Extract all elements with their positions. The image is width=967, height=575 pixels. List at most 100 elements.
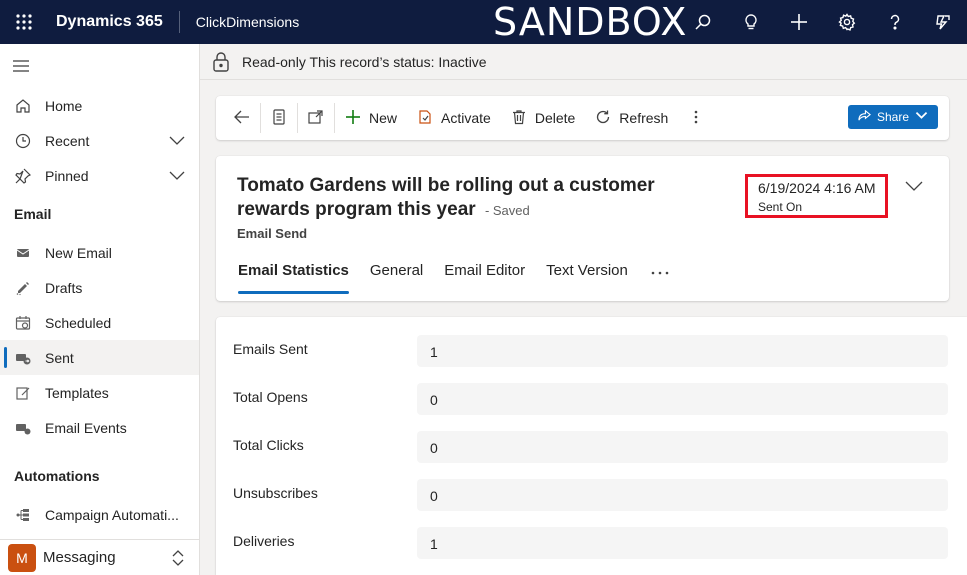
area-badge: M <box>8 543 36 572</box>
pop-out-icon <box>308 109 324 128</box>
stat-value-field[interactable]: 1 <box>417 335 948 367</box>
more-tabs-button[interactable] <box>649 256 669 294</box>
plus-icon <box>345 109 361 128</box>
sidebar-item-label: Sent <box>45 349 74 366</box>
email-events-icon <box>14 419 32 437</box>
copilot-icon[interactable] <box>919 0 967 44</box>
stat-row-emails-sent: Emails Sent 1 <box>216 333 967 367</box>
brand-title[interactable]: Dynamics 365 <box>48 11 180 33</box>
sidebar-item-label: Pinned <box>45 167 89 184</box>
sidebar-item-label: Templates <box>45 384 109 401</box>
open-in-new-window-button[interactable] <box>298 101 334 135</box>
delete-button[interactable]: Delete <box>501 101 585 135</box>
expand-header-button[interactable] <box>905 178 923 194</box>
stat-value-field[interactable]: 1 <box>417 527 948 559</box>
area-switcher[interactable]: M Messaging <box>0 539 199 575</box>
chevron-down-icon[interactable] <box>169 168 185 184</box>
more-commands-button[interactable] <box>678 101 714 135</box>
sidebar-item-recent[interactable]: Recent <box>0 123 199 158</box>
hamburger-menu-icon[interactable] <box>0 44 199 88</box>
tab-text-version[interactable]: Text Version <box>546 256 628 294</box>
plus-icon[interactable] <box>775 0 823 44</box>
sidebar-item-label: Drafts <box>45 279 83 296</box>
sent-mail-icon <box>14 349 32 367</box>
environment-label: SANDBOX <box>493 0 688 44</box>
chevron-up-down-icon[interactable] <box>171 550 185 569</box>
pencil-icon <box>14 279 32 297</box>
refresh-button[interactable]: Refresh <box>585 101 678 135</box>
stat-row-total-clicks: Total Clicks 0 <box>216 429 967 463</box>
more-vertical-icon <box>688 109 704 128</box>
sidebar-item-templates[interactable]: Templates <box>0 375 199 410</box>
stat-row-unsubscribes: Unsubscribes 0 <box>216 477 967 511</box>
chevron-down-icon <box>915 109 928 125</box>
refresh-icon <box>595 109 611 128</box>
gear-icon[interactable] <box>823 0 871 44</box>
app-launcher-icon[interactable] <box>0 0 48 44</box>
sidebar-item-drafts[interactable]: Drafts <box>0 270 199 305</box>
sent-on-label: Sent On <box>758 200 803 214</box>
sidebar-item-label: Home <box>45 97 83 114</box>
record-entity-name: Email Send <box>237 226 308 241</box>
stat-value-field[interactable]: 0 <box>417 479 948 511</box>
new-button[interactable]: New <box>335 101 407 135</box>
sidebar-group-email: Email <box>14 206 52 222</box>
stat-label: Total Clicks <box>233 437 304 453</box>
banner-text: Read-only This record’s status: Inactive <box>242 53 487 70</box>
calendar-icon <box>14 314 32 332</box>
stat-value-field[interactable]: 0 <box>417 383 948 415</box>
share-button[interactable]: Share <box>847 105 938 129</box>
home-icon <box>14 97 32 115</box>
envelope-icon <box>14 244 32 262</box>
tab-general[interactable]: General <box>370 256 423 294</box>
activate-icon <box>417 109 433 128</box>
record-title: Tomato Gardens will be rolling out a cus… <box>237 174 717 223</box>
record-header: Tomato Gardens will be rolling out a cus… <box>216 156 949 301</box>
top-bar: Dynamics 365 ClickDimensions SANDBOX <box>0 0 967 44</box>
stat-label: Emails Sent <box>233 341 308 357</box>
tab-email-statistics[interactable]: Email Statistics <box>238 256 349 294</box>
help-icon[interactable] <box>871 0 919 44</box>
sidebar-item-campaign-automation[interactable]: Campaign Automati... <box>0 497 199 532</box>
sidebar-item-sent[interactable]: Sent <box>0 340 199 375</box>
tab-email-editor[interactable]: Email Editor <box>444 256 525 294</box>
share-icon <box>858 109 871 125</box>
sidebar-item-home[interactable]: Home <box>0 88 199 123</box>
form-tabs: Email Statistics General Email Editor Te… <box>238 256 669 296</box>
sidebar-item-label: New Email <box>45 244 112 261</box>
share-button-label: Share <box>876 110 909 124</box>
form-selector-button[interactable] <box>261 101 297 135</box>
sitemap-sidebar: Home Recent Pinned Email New Email Draft… <box>0 44 200 575</box>
new-button-label: New <box>369 110 398 126</box>
pin-icon <box>14 167 32 185</box>
activate-button-label: Activate <box>441 110 491 126</box>
email-statistics-section: Emails Sent 1 Total Opens 0 Total Clicks… <box>216 317 967 575</box>
stat-label: Unsubscribes <box>233 485 318 501</box>
sidebar-item-label: Campaign Automati... <box>45 506 179 523</box>
read-only-banner: Read-only This record’s status: Inactive <box>200 44 967 80</box>
lock-icon <box>212 51 230 72</box>
sidebar-item-new-email[interactable]: New Email <box>0 235 199 270</box>
search-icon[interactable] <box>679 0 727 44</box>
chevron-down-icon[interactable] <box>169 133 185 149</box>
record-title-text: Tomato Gardens will be rolling out a cus… <box>237 175 655 220</box>
sidebar-item-email-events[interactable]: Email Events <box>0 410 199 445</box>
sidebar-item-label: Recent <box>45 132 90 149</box>
lightbulb-icon[interactable] <box>727 0 775 44</box>
sent-on-value: 6/19/2024 4:16 AM <box>758 180 876 196</box>
stat-value-field[interactable]: 0 <box>417 431 948 463</box>
refresh-button-label: Refresh <box>619 110 669 126</box>
header-field-sent-on: 6/19/2024 4:16 AM Sent On <box>745 174 888 218</box>
sidebar-item-pinned[interactable]: Pinned <box>0 158 199 193</box>
template-icon <box>14 384 32 402</box>
stat-row-total-opens: Total Opens 0 <box>216 381 967 415</box>
sidebar-item-label: Email Events <box>45 419 127 436</box>
stat-row-deliveries: Deliveries 1 <box>216 525 967 559</box>
back-button[interactable] <box>224 101 260 135</box>
app-name[interactable]: ClickDimensions <box>180 14 299 30</box>
sidebar-item-label: Scheduled <box>45 314 112 331</box>
activate-button[interactable]: Activate <box>407 101 501 135</box>
delete-button-label: Delete <box>534 110 576 126</box>
save-status: - Saved <box>484 203 530 218</box>
sidebar-item-scheduled[interactable]: Scheduled <box>0 305 199 340</box>
